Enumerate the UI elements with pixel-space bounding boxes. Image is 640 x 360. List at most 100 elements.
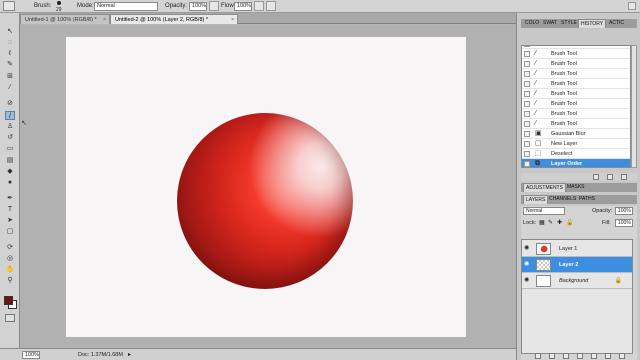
history-source-checkbox[interactable] [524, 131, 530, 137]
blend-mode-select[interactable]: Normal [523, 207, 565, 215]
history-brush-tool-icon[interactable]: ↺ [5, 133, 15, 142]
history-item[interactable]: ⁄ Brush Tool [522, 69, 630, 79]
3d-orbit-tool-icon[interactable]: ◎ [5, 254, 15, 263]
tab-swatches[interactable]: SWAT [541, 19, 559, 28]
tab-channels[interactable]: CHANNELS [547, 195, 578, 204]
pressure-opacity-icon[interactable] [209, 1, 219, 11]
visibility-eye-icon[interactable]: ◉ [524, 245, 532, 252]
history-source-checkbox[interactable] [524, 161, 530, 167]
blur-tool-icon[interactable]: ◆ [5, 167, 15, 176]
history-item[interactable]: ⁄ Brush Tool [522, 99, 630, 109]
fill-input[interactable]: 100% [615, 219, 633, 227]
layer-row[interactable]: ◉ Layer 2 [522, 257, 632, 273]
history-item[interactable]: ⬚ Deselect [522, 149, 630, 159]
crop-tool-icon[interactable]: ⊞ [5, 72, 15, 81]
hand-tool-icon[interactable]: ✋ [5, 265, 15, 274]
layer-row[interactable]: ◉ Background 🔒 [522, 273, 632, 289]
pressure-size-icon[interactable] [266, 1, 276, 11]
history-scrollbar[interactable] [631, 45, 637, 168]
visibility-eye-icon[interactable]: ◉ [524, 277, 532, 284]
status-bar: 100% Doc: 1.37M/1.68M ▸ [0, 348, 516, 360]
history-source-checkbox[interactable] [524, 151, 530, 157]
tab-masks[interactable]: MASKS [565, 183, 587, 192]
document-canvas[interactable] [66, 37, 466, 337]
workspace-switcher-icon[interactable] [628, 2, 636, 10]
opacity-input[interactable]: 100% [189, 2, 207, 11]
status-menu-arrow-icon[interactable]: ▸ [128, 351, 131, 358]
history-item[interactable]: ⁄ Brush Tool [522, 49, 630, 59]
new-layer-icon[interactable] [605, 353, 611, 359]
close-icon[interactable]: × [103, 15, 106, 25]
layer-row[interactable]: ◉ Layer 1 [522, 241, 632, 257]
eyedropper-tool-icon[interactable]: ⁄ [5, 83, 15, 92]
brush-preview-icon[interactable] [57, 1, 61, 5]
history-source-checkbox[interactable] [524, 111, 530, 117]
tab-color[interactable]: COLO [523, 19, 541, 28]
history-source-checkbox[interactable] [524, 91, 530, 97]
tab-adjustments[interactable]: ADJUSTMENTS [523, 183, 566, 192]
tab-paths[interactable]: PATHS [577, 195, 597, 204]
tab-layers[interactable]: LAYERS [523, 195, 549, 204]
lasso-tool-icon[interactable]: ℓ [5, 49, 15, 58]
tab-untitled-2[interactable]: Untitled-2 @ 100% (Layer 2, RGB/8) * × [110, 14, 238, 24]
new-document-from-state-icon[interactable] [593, 174, 599, 180]
new-group-icon[interactable] [591, 353, 597, 359]
mode-select[interactable]: Normal [94, 2, 158, 11]
tab-styles[interactable]: STYLE [559, 19, 579, 28]
brush-tool-icon[interactable]: / [5, 111, 15, 120]
close-icon[interactable]: × [231, 15, 234, 25]
lock-all-icon[interactable]: 🔒 [566, 219, 573, 226]
shape-tool-icon[interactable]: ▢ [5, 227, 15, 236]
history-item[interactable]: ⁄ Brush Tool [522, 89, 630, 99]
new-snapshot-icon[interactable] [607, 174, 613, 180]
history-item[interactable]: ▣ Gaussian Blur [522, 129, 630, 139]
lock-transparency-icon[interactable]: ▦ [539, 219, 545, 226]
history-source-checkbox[interactable] [524, 121, 530, 127]
history-item[interactable]: ⧉ Layer Order [522, 159, 630, 167]
adjustment-layer-icon[interactable] [577, 353, 583, 359]
layer-opacity-input[interactable]: 100% [615, 207, 633, 215]
3d-rotate-tool-icon[interactable]: ⟳ [5, 243, 15, 252]
history-item[interactable]: ⁄ Brush Tool [522, 119, 630, 129]
tab-untitled-1[interactable]: Untitled-1 @ 100% (RGB/8) * × [20, 14, 110, 24]
history-source-checkbox[interactable] [524, 61, 530, 67]
type-tool-icon[interactable]: T [5, 205, 15, 214]
history-item[interactable]: ⁄ Brush Tool [522, 109, 630, 119]
airbrush-icon[interactable] [254, 1, 264, 11]
link-layers-icon[interactable] [535, 353, 541, 359]
path-select-tool-icon[interactable]: ➤ [5, 216, 15, 225]
quick-select-tool-icon[interactable]: ✎ [5, 60, 15, 69]
lock-image-icon[interactable]: ✎ [548, 219, 553, 226]
visibility-eye-icon[interactable]: ◉ [524, 261, 532, 268]
eraser-tool-icon[interactable]: ▭ [5, 144, 15, 153]
quick-mask-icon[interactable] [5, 314, 15, 322]
history-item[interactable]: ▢ New Layer [522, 139, 630, 149]
history-item[interactable]: ⁄ Brush Tool [522, 59, 630, 69]
marquee-tool-icon[interactable]: ◌ [5, 38, 15, 47]
foreground-color-swatch[interactable] [4, 296, 13, 305]
history-source-checkbox[interactable] [524, 81, 530, 87]
history-source-checkbox[interactable] [524, 51, 530, 57]
history-source-checkbox[interactable] [524, 46, 530, 47]
pen-tool-icon[interactable]: ✒ [5, 194, 15, 203]
tab-history[interactable]: HISTORY [578, 19, 607, 28]
history-source-checkbox[interactable] [524, 141, 530, 147]
history-source-checkbox[interactable] [524, 101, 530, 107]
healing-brush-tool-icon[interactable]: ⊘ [5, 99, 15, 108]
delete-state-icon[interactable] [621, 174, 627, 180]
tab-actions[interactable]: ACTIC [607, 19, 626, 28]
layer-mask-icon[interactable] [563, 353, 569, 359]
gradient-tool-icon[interactable]: ▤ [5, 156, 15, 165]
history-item[interactable]: ⁄ Brush Tool [522, 79, 630, 89]
history-source-checkbox[interactable] [524, 71, 530, 77]
lock-position-icon[interactable]: ✚ [557, 219, 562, 226]
move-tool-icon[interactable]: ↖ [5, 27, 15, 36]
zoom-tool-icon[interactable]: ⚲ [5, 276, 15, 285]
layer-style-icon[interactable] [549, 353, 555, 359]
clone-stamp-tool-icon[interactable]: ♙ [5, 122, 15, 131]
tool-preset-picker[interactable] [3, 1, 15, 11]
delete-layer-icon[interactable] [619, 353, 625, 359]
dodge-tool-icon[interactable]: ● [5, 178, 15, 187]
flow-input[interactable]: 100% [234, 2, 252, 11]
zoom-level-field[interactable]: 100% [22, 351, 40, 359]
